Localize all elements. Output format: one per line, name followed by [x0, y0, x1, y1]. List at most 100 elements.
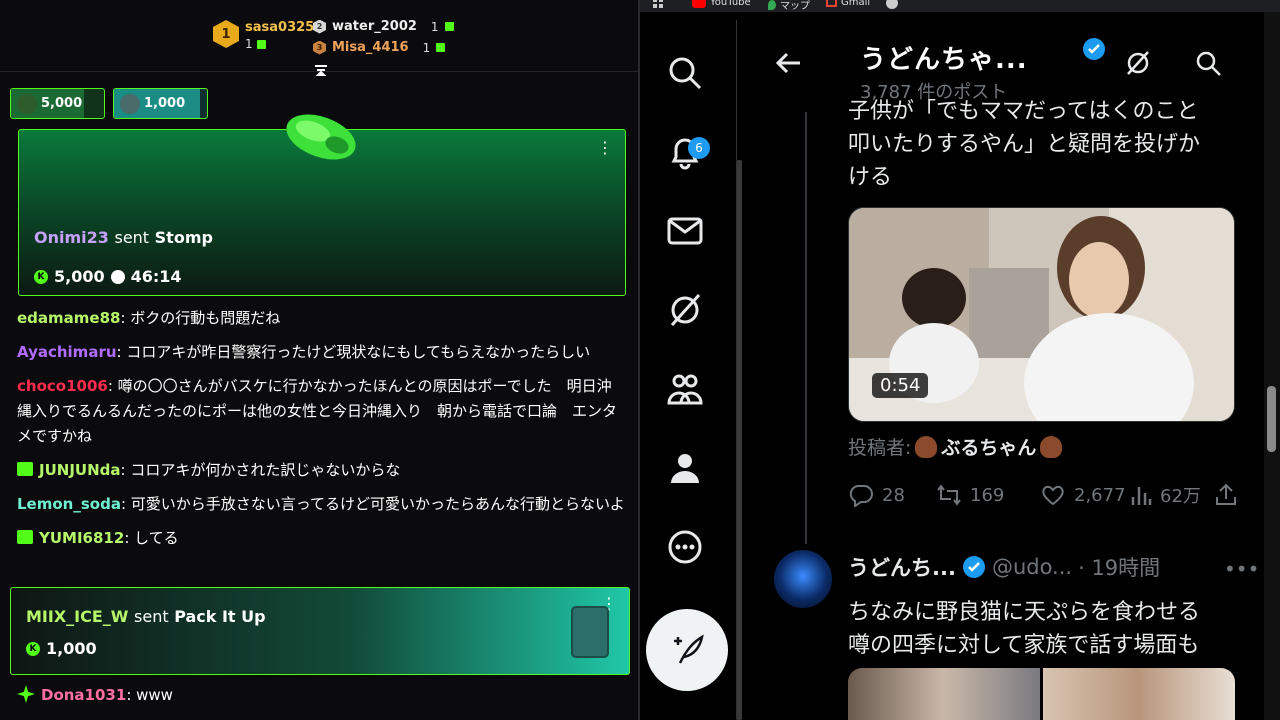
leaderboard-second-name: water_2002 [332, 19, 417, 34]
page-scrollbar-thumb[interactable] [1267, 386, 1276, 452]
bookmark-gmail[interactable]: Gmail [826, 0, 870, 8]
chat-messages: edamame88: ボクの行動も問題だね Ayachimaru: コロアキが昨… [17, 306, 625, 560]
gift-amount: 5,000 [54, 267, 105, 286]
kick-coin-icon: K [34, 269, 48, 284]
pinned-gift-amount: 5,000 [41, 96, 83, 111]
compose-post-button[interactable] [646, 609, 728, 691]
more-options-icon[interactable]: ⋮ [597, 138, 613, 157]
poop-emoji-icon [1040, 435, 1063, 458]
gift-card-meta: K 5,000 46:14 [34, 267, 182, 286]
video-duration: 0:54 [872, 373, 929, 398]
leaderboard-third[interactable]: 3 Misa_4416 1 [313, 37, 454, 58]
author-prefix: 投稿者: [848, 437, 912, 459]
chat-text: : 噂の〇〇さんがバスケに行かなかったほんとの原因はポーでした 明日沖縄入りでる… [17, 377, 618, 445]
collapse-leaderboard-icon[interactable] [313, 64, 329, 78]
tweet-text-line: ちなみに野良猫に天ぷらを食わせる [848, 600, 1201, 625]
clock-icon [110, 269, 125, 284]
sidebar-scrollbar[interactable] [737, 160, 742, 720]
gift-sender: Onimi23 [34, 228, 109, 247]
chat-message[interactable]: choco1006: 噂の〇〇さんがバスケに行かなかったほんとの原因はポーでした… [17, 374, 625, 449]
communities-icon[interactable] [666, 370, 704, 408]
tweet-text-line: ける [848, 165, 893, 190]
chat-username[interactable]: Ayachimaru [17, 343, 117, 361]
grok-icon[interactable] [1124, 49, 1152, 77]
x-sidebar-nav: 6 [640, 12, 732, 720]
bookmark-maps[interactable]: マップ [768, 0, 810, 12]
search-icon[interactable] [666, 54, 704, 92]
pinned-gift-amount: 1,000 [144, 96, 186, 111]
chat-text: : してる [124, 529, 179, 547]
chat-text: : コロアキが何かされた訳じゃないからな [120, 461, 401, 479]
gift-icon [444, 22, 454, 31]
tweet-text-line: 子供が「でもママだってはくのこと [848, 99, 1199, 124]
leaderboard-third-count: 1 [422, 40, 431, 55]
apps-grid-icon[interactable] [652, 0, 664, 9]
chat-message[interactable]: JUNJUNda: コロアキが何かされた訳じゃないからな [17, 458, 625, 483]
rank-2-badge: 2 [313, 19, 326, 34]
verified-badge-icon [962, 556, 985, 578]
tweet-media-image[interactable] [1043, 668, 1235, 720]
verified-badge-icon [1083, 38, 1105, 60]
messages-envelope-icon[interactable] [666, 212, 704, 250]
chat-username[interactable]: Dona1031 [41, 686, 126, 704]
leaderboard-second[interactable]: 2 water_2002 1 [313, 16, 454, 37]
repost-button[interactable]: 169 [936, 482, 1040, 508]
chat-username[interactable]: choco1006 [17, 377, 108, 395]
poop-emoji-icon [915, 435, 938, 458]
tweet-text: ちなみに野良猫に天ぷらを食わせる 噂の四季に対して家族で話す場面も [848, 596, 1200, 662]
reply-button[interactable]: 28 [848, 482, 936, 508]
chat-message[interactable]: Ayachimaru: コロアキが昨日警察行ったけど現状なにもしてもらえなかった… [17, 340, 625, 365]
chat-message[interactable]: YUMI6812: してる [17, 526, 625, 551]
gift-icon [436, 43, 446, 52]
author-name: ぶるちゃん [941, 437, 1037, 459]
heart-icon [1042, 485, 1064, 506]
profile-title: うどんちゃ... [860, 45, 1028, 75]
chat-username[interactable]: JUNJUNda [39, 461, 121, 479]
bookmark-label: YouTube [710, 0, 751, 8]
tweet-media-image[interactable] [848, 668, 1040, 720]
tweet-author-handle[interactable]: @udo... [992, 555, 1072, 579]
chat-message[interactable]: Dona1031: www [17, 683, 173, 708]
gift-verb: sent [134, 607, 169, 626]
avatar[interactable] [774, 550, 832, 608]
tweet-text-line: 叩いたりするやん」と疑問を投げか [848, 132, 1201, 157]
bookmark-label: マップ [780, 1, 810, 12]
chat-message[interactable]: Lemon_soda: 可愛いから手放さない言ってるけど可愛いかったらあんな行動… [17, 492, 625, 517]
bookmark-label: Gmail [841, 0, 871, 8]
tweet-video[interactable]: 0:54 [848, 207, 1235, 422]
share-button[interactable] [1214, 482, 1238, 508]
tweet-actions: 28 169 2,677 62万 [848, 482, 1238, 508]
reply-icon [849, 485, 873, 507]
like-button[interactable]: 2,677 [1040, 482, 1130, 508]
chat-text: : ボクの行動も問題だね [120, 309, 281, 327]
views-button[interactable]: 62万 [1130, 482, 1214, 508]
profile-icon[interactable] [666, 449, 704, 487]
leaderboard-first[interactable]: 1 sasa0325 1 [213, 20, 314, 51]
tweet-timestamp[interactable]: · 19時間 [1078, 552, 1160, 582]
tweet-more-options-icon[interactable]: ••• [1224, 557, 1259, 581]
more-circle-icon[interactable] [666, 528, 704, 566]
feather-plus-icon [674, 634, 704, 664]
repost-count: 169 [970, 484, 1005, 506]
bookmark-youtube[interactable]: YouTube [692, 0, 751, 8]
tweet-author-name[interactable]: うどんち... [848, 552, 956, 582]
video-author[interactable]: 投稿者: ぶるちゃん [848, 433, 1063, 460]
tweet-media-grid[interactable] [848, 668, 1235, 720]
leaderboard-first-count: 1 [245, 37, 253, 51]
chat-username[interactable]: YUMI6812 [39, 529, 124, 547]
tweet-header: うどんち... @udo... · 19時間 [848, 552, 1248, 582]
chat-username[interactable]: edamame88 [17, 309, 120, 327]
chat-username[interactable]: Lemon_soda [17, 495, 121, 513]
notifications-count-badge: 6 [688, 137, 710, 159]
youtube-icon [692, 0, 706, 8]
back-arrow-icon[interactable] [776, 52, 802, 74]
profile-timeline: うどんちゃ... 3,787 件のポスト 子供が「でもママだってはくのこと 叩い… [744, 12, 1264, 720]
grok-icon[interactable] [666, 291, 704, 329]
pinned-gift-1000[interactable]: 1,000 [113, 88, 208, 119]
pinned-gift-5000[interactable]: 5,000 [10, 88, 105, 119]
leaderboard-third-name: Misa_4416 [332, 40, 409, 55]
search-icon[interactable] [1194, 49, 1222, 77]
chat-message[interactable]: edamame88: ボクの行動も問題だね [17, 306, 625, 331]
gift-verb: sent [114, 228, 150, 247]
extension-icon[interactable] [886, 0, 898, 9]
